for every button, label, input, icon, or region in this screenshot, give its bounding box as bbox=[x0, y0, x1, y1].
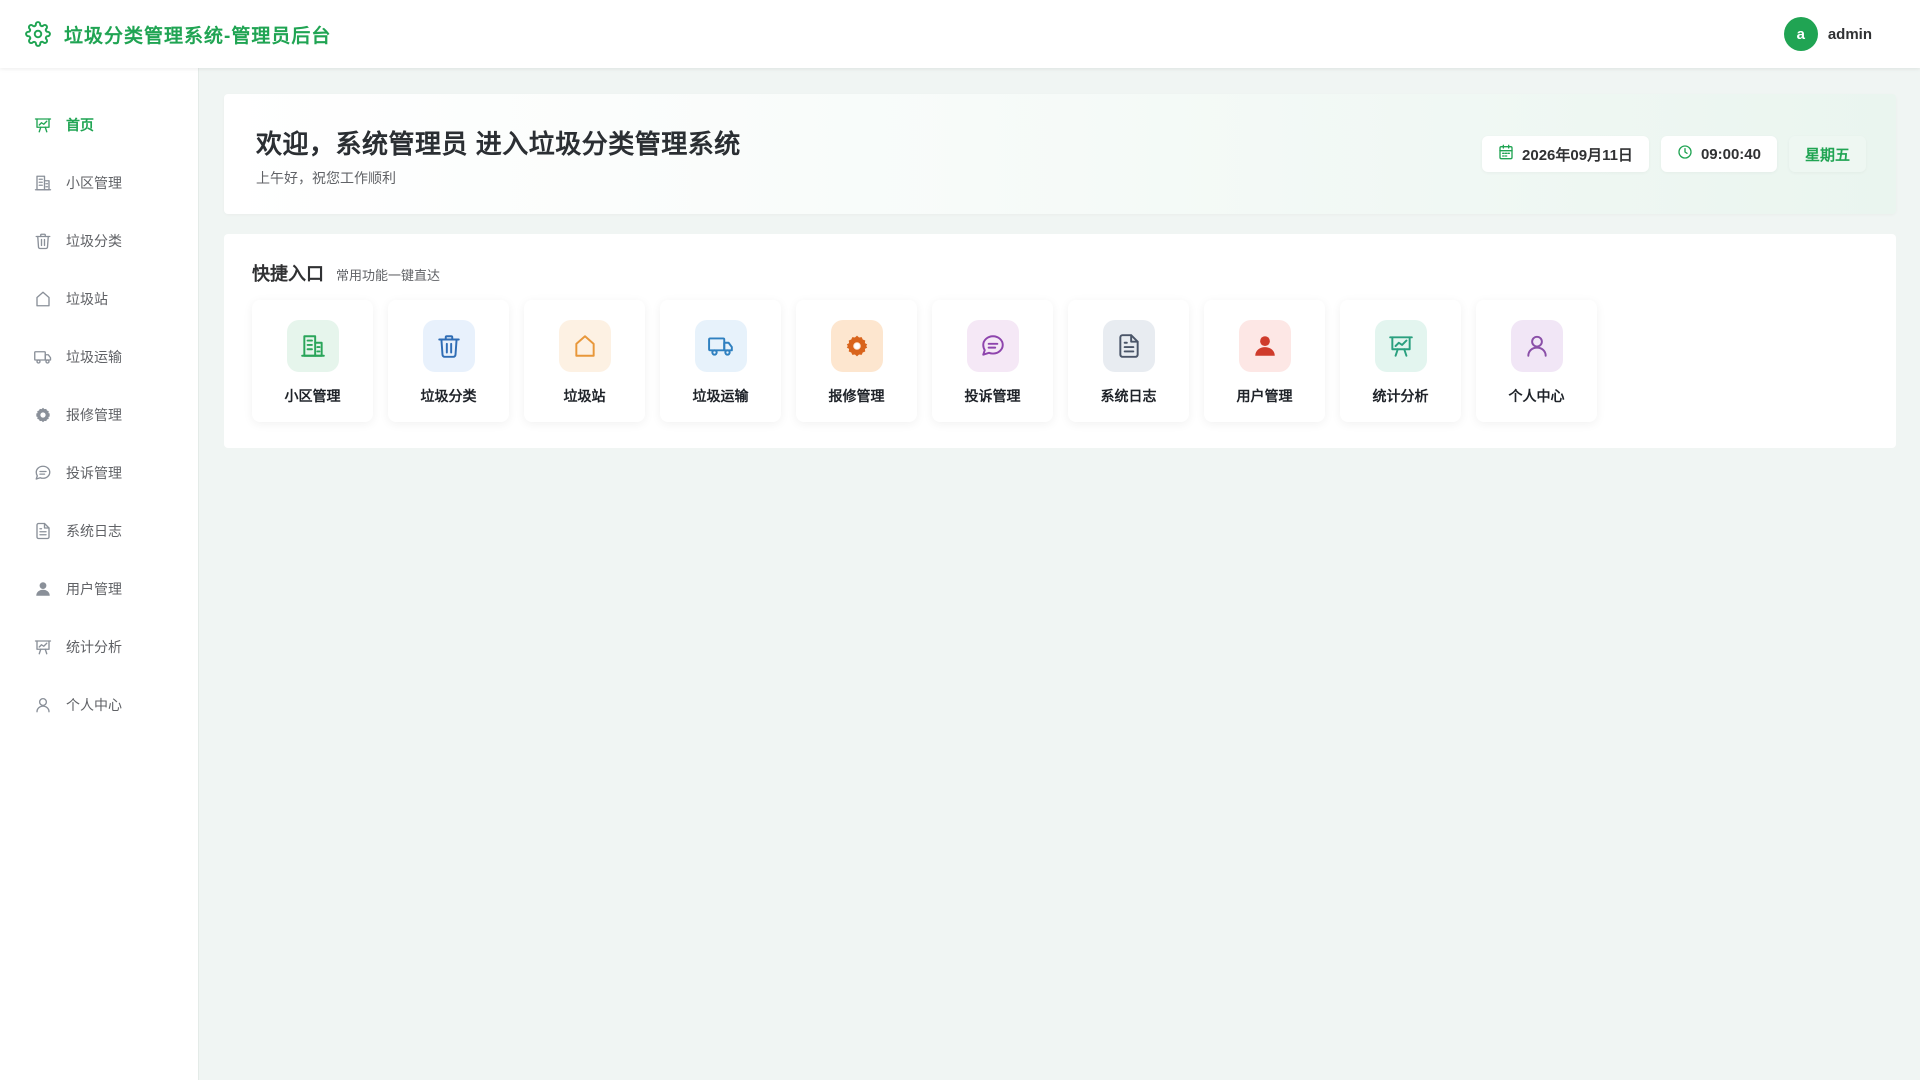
welcome-banner: 欢迎，系统管理员 进入垃圾分类管理系统 上午好，祝您工作顺利 2026年09月1… bbox=[224, 94, 1896, 214]
quick-entry-card[interactable]: 统计分析 bbox=[1340, 300, 1461, 422]
quick-entry-subtitle: 常用功能一键直达 bbox=[336, 268, 441, 283]
sidebar-item[interactable]: 统计分析 bbox=[0, 618, 198, 676]
user-menu[interactable]: a admin bbox=[1783, 17, 1872, 51]
quick-entry-card[interactable]: 垃圾运输 bbox=[660, 300, 781, 422]
sidebar-item-label: 垃圾站 bbox=[66, 291, 108, 307]
user-filled-icon bbox=[34, 580, 52, 598]
presentation-icon bbox=[34, 638, 52, 656]
sidebar-item[interactable]: 首页 bbox=[0, 96, 198, 154]
trash-icon bbox=[422, 320, 475, 372]
avatar[interactable]: a bbox=[1783, 17, 1818, 51]
welcome-subtitle: 上午好，祝您工作顺利 bbox=[256, 170, 396, 186]
gear-icon bbox=[24, 20, 52, 48]
sidebar: 首页小区管理垃圾分类垃圾站垃圾运输报修管理投诉管理系统日志用户管理统计分析个人中… bbox=[0, 68, 199, 1080]
chat-bubble-icon bbox=[966, 320, 1019, 372]
quick-entry-label: 报修管理 bbox=[828, 388, 885, 404]
quick-entry-card[interactable]: 系统日志 bbox=[1068, 300, 1189, 422]
sidebar-item-label: 小区管理 bbox=[66, 175, 122, 191]
clock-icon bbox=[1677, 144, 1693, 164]
user-outline-icon bbox=[1510, 320, 1563, 372]
quick-entry-label: 系统日志 bbox=[1100, 388, 1157, 404]
time-text: 09:00:40 bbox=[1700, 145, 1761, 163]
document-icon bbox=[1102, 320, 1155, 372]
welcome-title: 欢迎，系统管理员 进入垃圾分类管理系统 bbox=[256, 129, 741, 159]
top-header: 垃圾分类管理系统-管理员后台 a admin bbox=[0, 0, 1920, 68]
cog-icon bbox=[830, 320, 883, 372]
weekday-text: 星期五 bbox=[1804, 146, 1850, 164]
username[interactable]: admin bbox=[1828, 26, 1872, 43]
user-filled-icon bbox=[1238, 320, 1291, 372]
quick-entry-panel: 快捷入口 常用功能一键直达 小区管理 垃圾分类 垃圾站 垃圾运输 报修管理 投诉管理 系统日… bbox=[224, 234, 1896, 448]
quick-entry-card[interactable]: 投诉管理 bbox=[932, 300, 1053, 422]
sidebar-item-label: 垃圾分类 bbox=[66, 233, 122, 249]
truck-icon bbox=[34, 348, 52, 366]
quick-entry-label: 投诉管理 bbox=[964, 388, 1021, 404]
quick-entry-label: 小区管理 bbox=[284, 388, 341, 404]
date-text: 2026年09月11日 bbox=[1522, 146, 1633, 164]
sidebar-item[interactable]: 系统日志 bbox=[0, 502, 198, 560]
sidebar-item-label: 个人中心 bbox=[66, 697, 122, 713]
quick-entry-label: 垃圾站 bbox=[563, 388, 606, 404]
calendar-icon bbox=[1498, 144, 1514, 164]
quick-entry-card[interactable]: 用户管理 bbox=[1204, 300, 1325, 422]
quick-entry-title: 快捷入口 bbox=[252, 264, 324, 284]
sidebar-item[interactable]: 垃圾运输 bbox=[0, 328, 198, 386]
sidebar-item-label: 系统日志 bbox=[66, 523, 122, 539]
chat-bubble-icon bbox=[34, 464, 52, 482]
quick-entry-label: 垃圾分类 bbox=[420, 388, 477, 404]
quick-entry-label: 用户管理 bbox=[1236, 388, 1293, 404]
weekday-chip: 星期五 bbox=[1788, 136, 1866, 172]
trash-icon bbox=[34, 232, 52, 250]
quick-entry-label: 个人中心 bbox=[1508, 388, 1565, 404]
sidebar-item[interactable]: 用户管理 bbox=[0, 560, 198, 618]
sidebar-item-label: 垃圾运输 bbox=[66, 349, 122, 365]
quick-entry-cards: 小区管理 垃圾分类 垃圾站 垃圾运输 报修管理 投诉管理 系统日志 用户管理 统计分析 个人中心 bbox=[252, 300, 1597, 422]
sidebar-item-label: 首页 bbox=[66, 117, 94, 133]
quick-entry-card[interactable]: 报修管理 bbox=[796, 300, 917, 422]
sidebar-item[interactable]: 个人中心 bbox=[0, 676, 198, 734]
house-icon bbox=[558, 320, 611, 372]
quick-entry-card[interactable]: 个人中心 bbox=[1476, 300, 1597, 422]
quick-entry-card[interactable]: 垃圾分类 bbox=[388, 300, 509, 422]
sidebar-item-label: 用户管理 bbox=[66, 581, 122, 597]
sidebar-item[interactable]: 报修管理 bbox=[0, 386, 198, 444]
app-title: 垃圾分类管理系统-管理员后台 bbox=[64, 25, 332, 47]
brand[interactable]: 垃圾分类管理系统-管理员后台 bbox=[24, 20, 331, 48]
datetime-chips: 2026年09月11日 09:00:40 星期五 bbox=[1482, 136, 1866, 172]
quick-entry-card[interactable]: 小区管理 bbox=[252, 300, 373, 422]
presentation-icon bbox=[34, 116, 52, 134]
time-chip: 09:00:40 bbox=[1660, 136, 1777, 172]
sidebar-item-label: 统计分析 bbox=[66, 639, 122, 655]
user-outline-icon bbox=[34, 696, 52, 714]
truck-icon bbox=[694, 320, 747, 372]
quick-entry-header: 快捷入口 常用功能一键直达 bbox=[252, 260, 440, 286]
sidebar-item-label: 报修管理 bbox=[66, 407, 122, 423]
sidebar-item[interactable]: 垃圾分类 bbox=[0, 212, 198, 270]
building-icon bbox=[34, 174, 52, 192]
sidebar-item[interactable]: 垃圾站 bbox=[0, 270, 198, 328]
cog-icon bbox=[34, 406, 52, 424]
quick-entry-label: 统计分析 bbox=[1372, 388, 1429, 404]
quick-entry-card[interactable]: 垃圾站 bbox=[524, 300, 645, 422]
sidebar-item[interactable]: 小区管理 bbox=[0, 154, 198, 212]
presentation-icon bbox=[1374, 320, 1427, 372]
building-icon bbox=[286, 320, 339, 372]
sidebar-item-label: 投诉管理 bbox=[66, 465, 122, 481]
quick-entry-label: 垃圾运输 bbox=[692, 388, 749, 404]
sidebar-item[interactable]: 投诉管理 bbox=[0, 444, 198, 502]
date-chip: 2026年09月11日 bbox=[1482, 136, 1649, 172]
house-icon bbox=[34, 290, 52, 308]
document-icon bbox=[34, 522, 52, 540]
